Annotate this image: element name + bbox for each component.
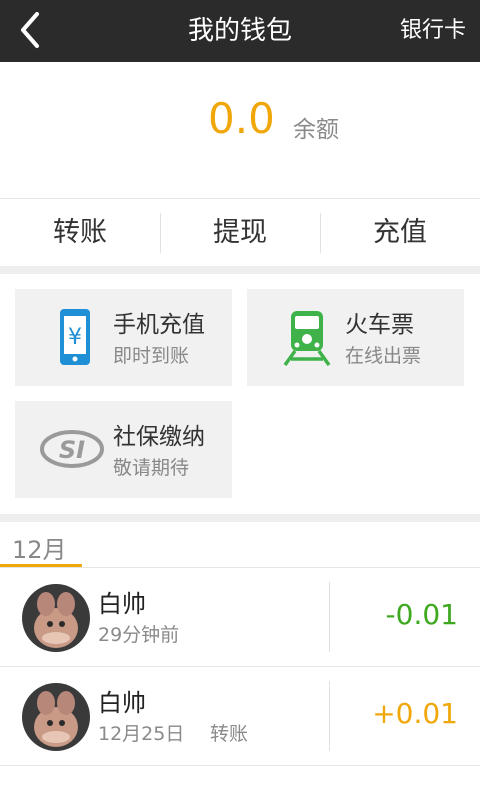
services-grid: ¥ 手机充值 即时到账 火车票 在线出票 SI 社保缴纳 敬请期待	[0, 274, 480, 514]
action-bar: 转账 提现 充值	[0, 198, 480, 267]
transaction-amount: +0.01	[372, 697, 458, 730]
svg-text:¥: ¥	[68, 325, 82, 350]
tile-subtitle: 即时到账	[113, 345, 190, 367]
transfer-button[interactable]: 转账	[0, 199, 160, 267]
section-divider	[0, 514, 480, 522]
balance-label: 余额	[293, 117, 339, 143]
svg-text:SI: SI	[59, 436, 85, 464]
bank-card-button[interactable]: 银行卡	[400, 0, 466, 62]
row-divider	[329, 681, 330, 751]
header-bar: 我的钱包 银行卡	[0, 0, 480, 62]
transaction-amount: -0.01	[385, 598, 458, 631]
si-logo-icon: SI	[40, 430, 104, 468]
transaction-type: 转账	[210, 723, 249, 745]
recharge-button[interactable]: 充值	[320, 199, 480, 267]
train-ticket-tile[interactable]: 火车票 在线出票	[247, 289, 464, 386]
social-security-tile[interactable]: SI 社保缴纳 敬请期待	[15, 401, 232, 498]
phone-yuan-icon: ¥	[60, 309, 90, 365]
transaction-row[interactable]: 白帅 12月25日 转账 +0.01	[0, 667, 480, 766]
train-icon	[283, 311, 331, 367]
withdraw-button[interactable]: 提现	[160, 199, 320, 267]
transaction-row[interactable]: 白帅 29分钟前 -0.01	[0, 568, 480, 667]
balance-panel: 0.0 余额	[0, 62, 480, 198]
transaction-time: 12月25日	[98, 723, 185, 745]
mobile-recharge-tile[interactable]: ¥ 手机充值 即时到账	[15, 289, 232, 386]
transaction-time: 29分钟前	[98, 624, 180, 646]
row-divider	[329, 582, 330, 652]
tile-subtitle: 在线出票	[345, 345, 422, 367]
back-button[interactable]	[10, 10, 50, 50]
tile-title: 手机充值	[113, 312, 205, 338]
transaction-name: 白帅	[98, 590, 146, 618]
balance-value: 0.0	[208, 94, 275, 143]
tile-subtitle: 敬请期待	[113, 457, 190, 479]
month-underline	[0, 564, 82, 567]
month-label: 12月	[12, 536, 67, 564]
avatar	[22, 683, 90, 751]
avatar	[22, 584, 90, 652]
month-header: 12月	[0, 522, 480, 568]
section-divider	[0, 266, 480, 274]
tile-title: 火车票	[345, 312, 414, 338]
tile-title: 社保缴纳	[113, 424, 205, 450]
back-chevron-icon	[21, 12, 39, 48]
transaction-name: 白帅	[98, 689, 146, 717]
